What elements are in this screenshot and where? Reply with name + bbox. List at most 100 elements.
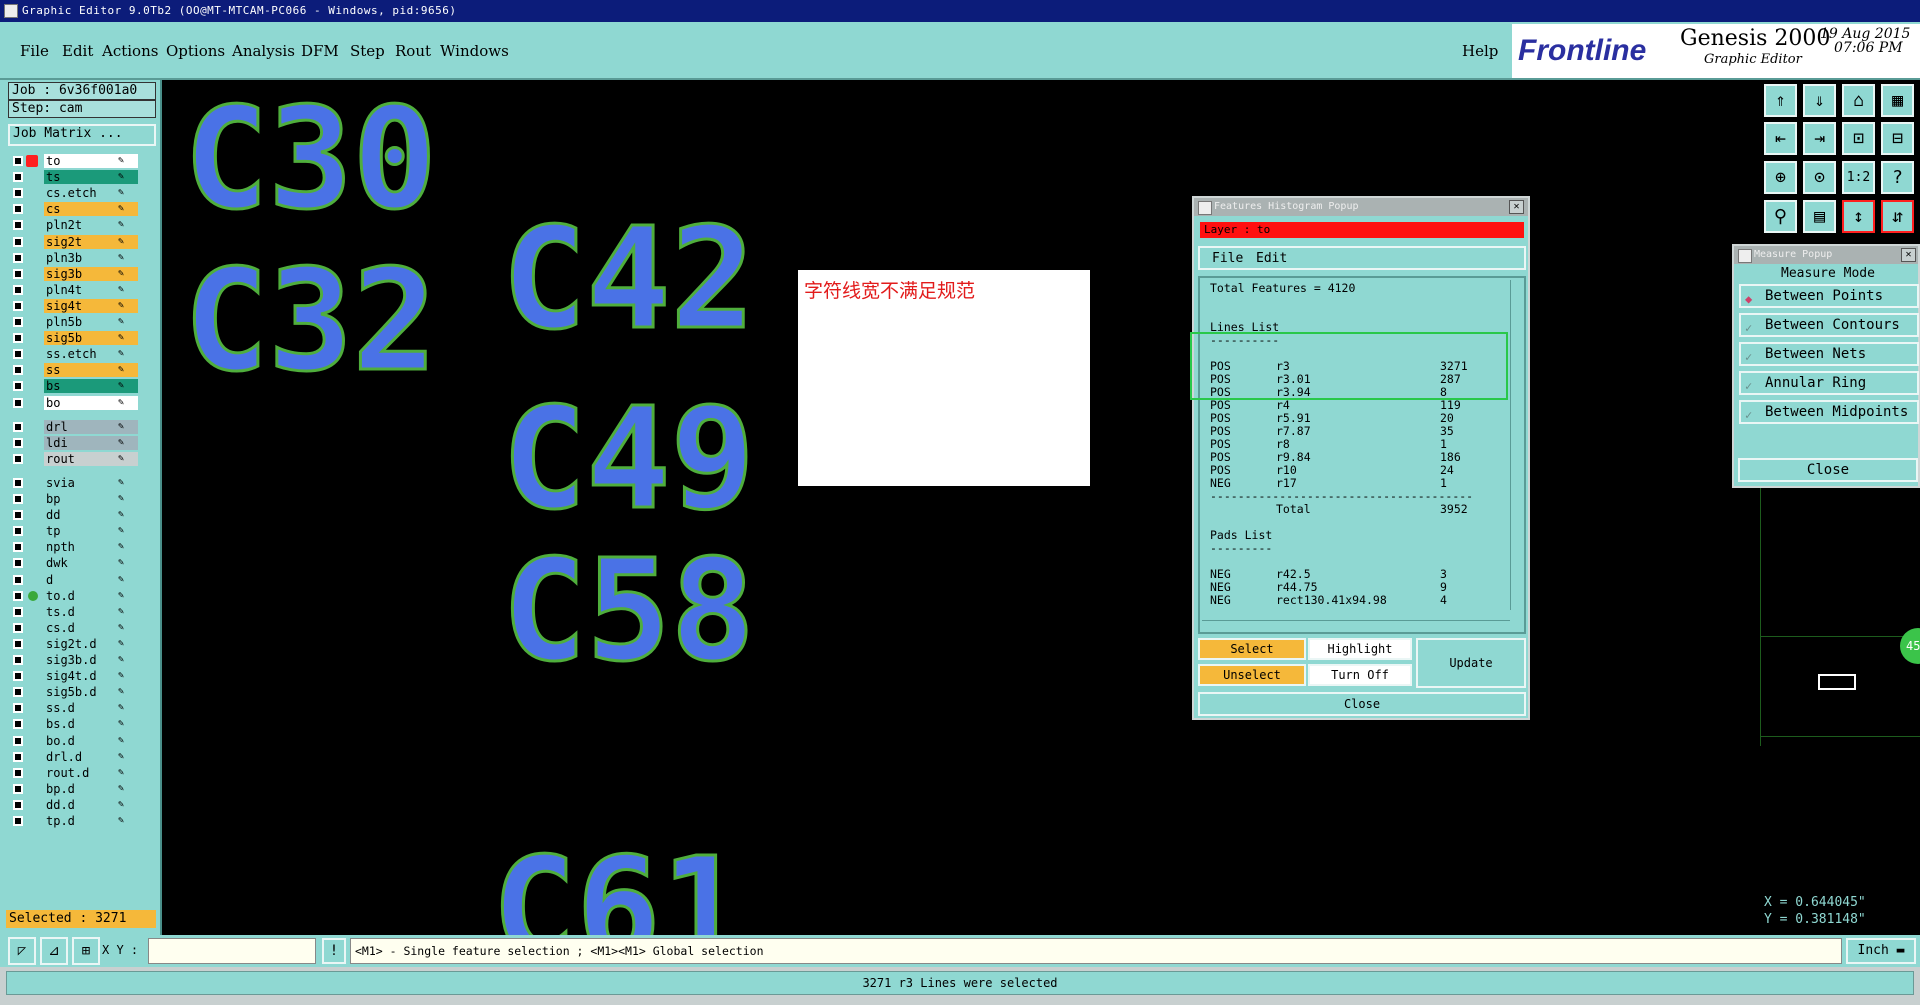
snap-icon[interactable]: ⚲ xyxy=(1764,200,1797,233)
menu-help[interactable]: Help xyxy=(1462,42,1498,60)
zoom-center-icon[interactable]: ⊙ xyxy=(1803,161,1836,194)
layer-row[interactable]: pln5b ✎ xyxy=(10,315,138,330)
layer-checkbox[interactable] xyxy=(13,622,23,633)
measure-between-nets[interactable]: ✓ Between Nets xyxy=(1739,342,1919,366)
histogram-menu-edit[interactable]: Edit xyxy=(1256,251,1287,266)
layer-row[interactable]: cs.etch ✎ xyxy=(10,186,138,201)
layer-row[interactable]: dd ✎ xyxy=(10,508,138,523)
layer-row[interactable]: ss.d ✎ xyxy=(10,701,138,716)
measure-tool-icon[interactable]: ↕ xyxy=(1842,200,1875,233)
histogram-close-button[interactable]: Close xyxy=(1198,692,1526,716)
histogram-row[interactable]: POS r9.84 186 xyxy=(1210,451,1500,464)
layer-row[interactable]: drl ✎ xyxy=(10,419,138,435)
layer-row[interactable]: pln3b ✎ xyxy=(10,250,138,266)
layer-checkbox[interactable] xyxy=(13,236,23,247)
minimap-viewport[interactable] xyxy=(1818,674,1856,690)
menu-windows[interactable]: Windows xyxy=(440,42,509,60)
layer-checkbox[interactable] xyxy=(13,204,23,215)
job-matrix-button[interactable]: Job Matrix ... xyxy=(8,124,156,146)
menu-edit[interactable]: Edit xyxy=(62,42,93,60)
layer-checkbox[interactable] xyxy=(13,542,23,553)
close-icon[interactable]: ✕ xyxy=(1509,200,1524,214)
zoom-back-icon[interactable]: ⇓ xyxy=(1803,84,1836,117)
layer-row[interactable]: sig5b.d ✎ xyxy=(10,685,138,700)
layer-checkbox[interactable] xyxy=(13,783,23,794)
split-view-icon[interactable]: ▦ xyxy=(1881,84,1914,117)
histogram-row[interactable]: POS r5.91 20 xyxy=(1210,412,1500,425)
pan-left-icon[interactable]: ⇤ xyxy=(1764,122,1797,155)
layer-checkbox[interactable] xyxy=(13,397,23,408)
layer-checkbox[interactable] xyxy=(13,172,23,183)
xy-input[interactable] xyxy=(148,938,316,964)
layer-row[interactable]: cs.d ✎ xyxy=(10,620,138,636)
layer-checkbox[interactable] xyxy=(13,453,23,464)
layer-checkbox[interactable] xyxy=(13,437,23,448)
unselect-button[interactable]: Unselect xyxy=(1198,664,1306,686)
measure-between-midpoints[interactable]: ✓ Between Midpoints xyxy=(1739,400,1919,424)
layer-checkbox[interactable] xyxy=(13,494,23,504)
layer-checkbox[interactable] xyxy=(13,349,23,360)
pan-right-icon[interactable]: ⇥ xyxy=(1803,122,1836,155)
layer-checkbox[interactable] xyxy=(13,671,23,682)
alert-icon[interactable]: ! xyxy=(322,938,346,964)
measure-between-contours[interactable]: ✓ Between Contours xyxy=(1739,313,1919,337)
horizontal-scrollbar[interactable] xyxy=(1202,620,1510,630)
layer-row[interactable]: sig4t ✎ xyxy=(10,298,138,314)
vertical-scrollbar[interactable] xyxy=(1510,280,1522,610)
close-icon[interactable]: ✕ xyxy=(1901,248,1916,262)
select-mode-icon[interactable]: ◸ xyxy=(8,937,36,965)
turn-off-button[interactable]: Turn Off xyxy=(1308,664,1412,686)
layer-checkbox[interactable] xyxy=(13,317,23,327)
net-tool-icon[interactable]: ⇵ xyxy=(1881,200,1914,233)
layer-row[interactable]: tp.d ✎ xyxy=(10,814,138,829)
layer-checkbox[interactable] xyxy=(13,574,23,585)
zoom-window-icon[interactable]: ⊟ xyxy=(1881,122,1914,155)
layer-checkbox[interactable] xyxy=(13,638,23,649)
layer-row[interactable]: bo ✎ xyxy=(10,395,138,411)
layer-row[interactable]: ts ✎ xyxy=(10,170,138,185)
layer-row[interactable]: sig2t.d ✎ xyxy=(10,636,138,652)
menu-actions[interactable]: Actions xyxy=(102,42,158,60)
layer-row[interactable]: svia ✎ xyxy=(10,475,138,491)
layer-checkbox[interactable] xyxy=(13,799,23,810)
layer-row[interactable]: sig2t ✎ xyxy=(10,234,138,250)
layer-row[interactable]: bo.d ✎ xyxy=(10,733,138,749)
select-button[interactable]: Select xyxy=(1198,638,1306,660)
layer-row[interactable]: tp ✎ xyxy=(10,524,138,539)
help-icon[interactable]: ? xyxy=(1881,161,1914,194)
histogram-menu-file[interactable]: File xyxy=(1212,251,1243,266)
highlight-button[interactable]: Highlight xyxy=(1308,638,1412,660)
layer-checkbox[interactable] xyxy=(13,719,23,730)
layer-checkbox[interactable] xyxy=(13,365,23,376)
layer-row[interactable]: sig5b ✎ xyxy=(10,331,138,346)
layer-checkbox[interactable] xyxy=(13,333,23,344)
window-menu-icon[interactable] xyxy=(1198,201,1212,215)
layer-row[interactable]: bp ✎ xyxy=(10,492,138,507)
layer-checkbox[interactable] xyxy=(13,268,23,279)
layer-checkbox[interactable] xyxy=(13,510,23,521)
layer-row[interactable]: sig3b.d ✎ xyxy=(10,653,138,668)
layer-row[interactable]: to.d ✎ xyxy=(10,588,138,604)
layer-row[interactable]: pln2t ✎ xyxy=(10,218,138,233)
home-icon[interactable]: ⌂ xyxy=(1842,84,1875,117)
layer-row[interactable]: pln4t ✎ xyxy=(10,282,138,298)
layer-row[interactable]: bp.d ✎ xyxy=(10,781,138,797)
zoom-home-icon[interactable]: ⇑ xyxy=(1764,84,1797,117)
layer-checkbox[interactable] xyxy=(13,751,23,762)
zoom-ratio-icon[interactable]: 1:2 xyxy=(1842,161,1875,194)
layer-row[interactable]: rout ✎ xyxy=(10,451,138,467)
histogram-row[interactable]: POS r7.87 35 xyxy=(1210,425,1500,438)
layer-checkbox[interactable] xyxy=(13,767,23,778)
menu-options[interactable]: Options xyxy=(166,42,225,60)
histogram-row[interactable]: POS r10 24 xyxy=(1210,464,1500,477)
menu-dfm[interactable]: DFM xyxy=(301,42,339,60)
layer-row[interactable]: dwk ✎ xyxy=(10,556,138,571)
measure-mode-icon[interactable]: ⊿ xyxy=(40,937,68,965)
layer-checkbox[interactable] xyxy=(13,735,23,746)
histogram-row[interactable]: POS r4 119 xyxy=(1210,399,1500,412)
layer-row[interactable]: sig4t.d ✎ xyxy=(10,669,138,684)
layer-row[interactable]: sig3b ✎ xyxy=(10,266,138,282)
menu-step[interactable]: Step xyxy=(350,42,385,60)
measure-annular-ring[interactable]: ✓ Annular Ring xyxy=(1739,371,1919,395)
layer-checkbox[interactable] xyxy=(13,816,23,826)
